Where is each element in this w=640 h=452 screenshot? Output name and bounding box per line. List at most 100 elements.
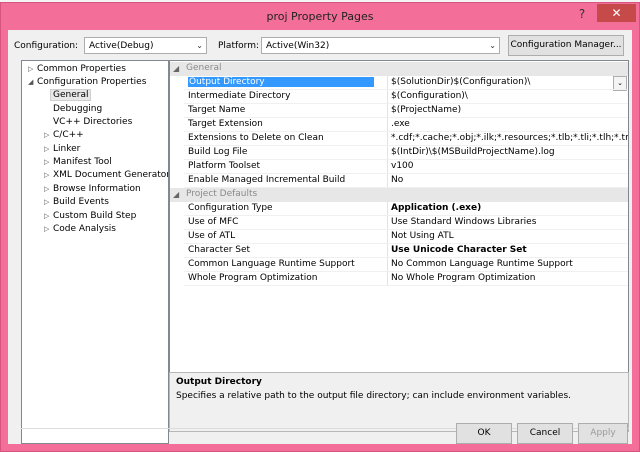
- property-value[interactable]: Not Using ATL: [391, 231, 628, 241]
- property-value[interactable]: $(IntDir)\$(MSBuildProjectName).log: [391, 147, 628, 157]
- property-row-whole-program-optimization[interactable]: Whole Program Optimization No Whole Prog…: [170, 272, 628, 286]
- column-divider[interactable]: [387, 258, 388, 272]
- property-name: Use of MFC: [188, 217, 239, 227]
- row-divider: [184, 285, 628, 286]
- property-row-configuration-type[interactable]: Configuration Type Application (.exe): [170, 202, 628, 216]
- property-name: Target Name: [188, 105, 246, 115]
- property-row-use-of-atl[interactable]: Use of ATL Not Using ATL: [170, 230, 628, 244]
- property-row-platform-toolset[interactable]: Platform Toolset v100: [170, 160, 628, 174]
- column-divider[interactable]: [387, 202, 388, 216]
- tree-item-manifest-tool[interactable]: ▷ Manifest Tool: [44, 156, 112, 169]
- property-value[interactable]: $(SolutionDir)$(Configuration)\: [391, 77, 628, 87]
- column-divider[interactable]: [387, 132, 388, 146]
- configuration-manager-button[interactable]: Configuration Manager...: [508, 35, 624, 56]
- tree-item-label: Manifest Tool: [53, 157, 112, 167]
- platform-select[interactable]: Active(Win32) ⌄: [261, 37, 500, 54]
- property-tree[interactable]: ▷ Common Properties ◢ Configuration Proper…: [21, 60, 169, 444]
- property-row-target-name[interactable]: Target Name $(ProjectName): [170, 104, 628, 118]
- expand-arrow-icon[interactable]: ▷: [44, 169, 53, 182]
- expand-arrow-icon[interactable]: ▷: [28, 63, 37, 76]
- configuration-select[interactable]: Active(Debug) ⌄: [84, 37, 207, 54]
- column-divider[interactable]: [387, 90, 388, 104]
- property-row-use-of-mfc[interactable]: Use of MFC Use Standard Windows Librarie…: [170, 216, 628, 230]
- tree-item-xml-document-generator[interactable]: ▷ XML Document Generator: [44, 169, 169, 182]
- ok-button[interactable]: OK: [456, 423, 512, 444]
- expand-arrow-icon[interactable]: ▷: [44, 156, 53, 169]
- property-row-character-set[interactable]: Character Set Use Unicode Character Set: [170, 244, 628, 258]
- apply-button[interactable]: Apply: [578, 423, 628, 444]
- column-divider[interactable]: [387, 272, 388, 286]
- property-name: Enable Managed Incremental Build: [188, 175, 346, 185]
- property-name: Common Language Runtime Support: [188, 259, 355, 269]
- property-name: Intermediate Directory: [188, 91, 291, 101]
- category-general[interactable]: ◢ General: [170, 62, 628, 76]
- tree-item-vc-directories[interactable]: VC++ Directories: [53, 116, 132, 129]
- property-name: Output Directory: [188, 77, 374, 87]
- column-divider[interactable]: [387, 104, 388, 118]
- tree-item-label: Linker: [53, 144, 81, 154]
- tree-item-label: General: [50, 89, 92, 101]
- tree-item-general[interactable]: General: [50, 89, 92, 102]
- tree-item-configuration-properties[interactable]: ◢ Configuration Properties: [28, 76, 146, 89]
- collapse-icon[interactable]: ◢: [173, 64, 179, 73]
- help-icon[interactable]: ?: [574, 6, 590, 22]
- title-bar[interactable]: proj Property Pages ? ✕: [1, 3, 639, 29]
- tree-item-custom-build-step[interactable]: ▷ Custom Build Step: [44, 210, 136, 223]
- platform-label: Platform:: [218, 41, 259, 51]
- expand-arrow-icon[interactable]: ▷: [44, 143, 53, 156]
- tree-item-code-analysis[interactable]: ▷ Code Analysis: [44, 223, 116, 236]
- property-value[interactable]: $(ProjectName): [391, 105, 628, 115]
- collapse-icon[interactable]: ◢: [173, 190, 179, 199]
- property-row-target-extension[interactable]: Target Extension .exe: [170, 118, 628, 132]
- expand-arrow-icon[interactable]: ▷: [44, 129, 53, 142]
- property-row-intermediate-directory[interactable]: Intermediate Directory $(Configuration)\: [170, 90, 628, 104]
- expand-arrow-icon[interactable]: ▷: [44, 223, 53, 236]
- cancel-button[interactable]: Cancel: [517, 423, 573, 444]
- category-project-defaults[interactable]: ◢ Project Defaults: [170, 188, 628, 202]
- platform-value: Active(Win32): [266, 41, 330, 51]
- property-value[interactable]: No Common Language Runtime Support: [391, 259, 628, 269]
- tree-item-label: Custom Build Step: [53, 211, 137, 221]
- property-row-output-directory[interactable]: Output Directory $(SolutionDir)$(Configu…: [170, 76, 628, 91]
- tree-item-c-cpp[interactable]: ▷ C/C++: [44, 129, 84, 142]
- tree-item-debugging[interactable]: Debugging: [53, 103, 102, 116]
- property-row-extensions-to-delete[interactable]: Extensions to Delete on Clean *.cdf;*.ca…: [170, 132, 628, 146]
- expand-arrow-icon[interactable]: ▷: [44, 196, 53, 209]
- tree-item-common-properties[interactable]: ▷ Common Properties: [28, 63, 126, 76]
- tree-item-label: Browse Information: [53, 184, 141, 194]
- property-value[interactable]: No Whole Program Optimization: [391, 273, 628, 283]
- tree-item-linker[interactable]: ▷ Linker: [44, 143, 80, 156]
- column-divider[interactable]: [387, 160, 388, 174]
- column-divider[interactable]: [387, 174, 388, 188]
- tree-item-browse-information[interactable]: ▷ Browse Information: [44, 183, 141, 196]
- property-value[interactable]: $(Configuration)\: [391, 91, 628, 101]
- column-divider[interactable]: [387, 244, 388, 258]
- property-grid[interactable]: ◢ General Output Directory $(SolutionDir…: [169, 60, 629, 390]
- property-name: Platform Toolset: [188, 161, 261, 171]
- tree-item-label: VC++ Directories: [53, 117, 133, 127]
- property-value[interactable]: v100: [391, 161, 628, 171]
- tree-item-label: C/C++: [53, 130, 84, 140]
- property-value[interactable]: No: [391, 175, 628, 185]
- column-divider[interactable]: [387, 230, 388, 244]
- property-row-clr-support[interactable]: Common Language Runtime Support No Commo…: [170, 258, 628, 272]
- column-divider[interactable]: [387, 76, 388, 90]
- expand-arrow-icon[interactable]: ▷: [44, 183, 53, 196]
- column-divider[interactable]: [387, 216, 388, 230]
- property-value[interactable]: .exe: [391, 119, 628, 129]
- property-pages-window: proj Property Pages ? ✕ Configuration: A…: [0, 2, 640, 452]
- property-row-managed-incremental-build[interactable]: Enable Managed Incremental Build No: [170, 174, 628, 188]
- column-divider[interactable]: [387, 118, 388, 132]
- property-value[interactable]: *.cdf;*.cache;*.obj;*.ilk;*.resources;*.…: [391, 133, 628, 143]
- tree-item-build-events[interactable]: ▷ Build Events: [44, 196, 109, 209]
- close-icon[interactable]: ✕: [597, 4, 636, 22]
- collapse-arrow-icon[interactable]: ◢: [28, 76, 37, 89]
- property-row-build-log-file[interactable]: Build Log File $(IntDir)\$(MSBuildProjec…: [170, 146, 628, 160]
- column-divider[interactable]: [387, 146, 388, 160]
- property-value[interactable]: Use Unicode Character Set: [391, 245, 628, 255]
- property-value[interactable]: Application (.exe): [391, 203, 628, 213]
- property-value[interactable]: Use Standard Windows Libraries: [391, 217, 628, 227]
- tree-item-label: XML Document Generator: [53, 170, 169, 180]
- expand-arrow-icon[interactable]: ▷: [44, 210, 53, 223]
- tree-item-label: Common Properties: [37, 64, 126, 74]
